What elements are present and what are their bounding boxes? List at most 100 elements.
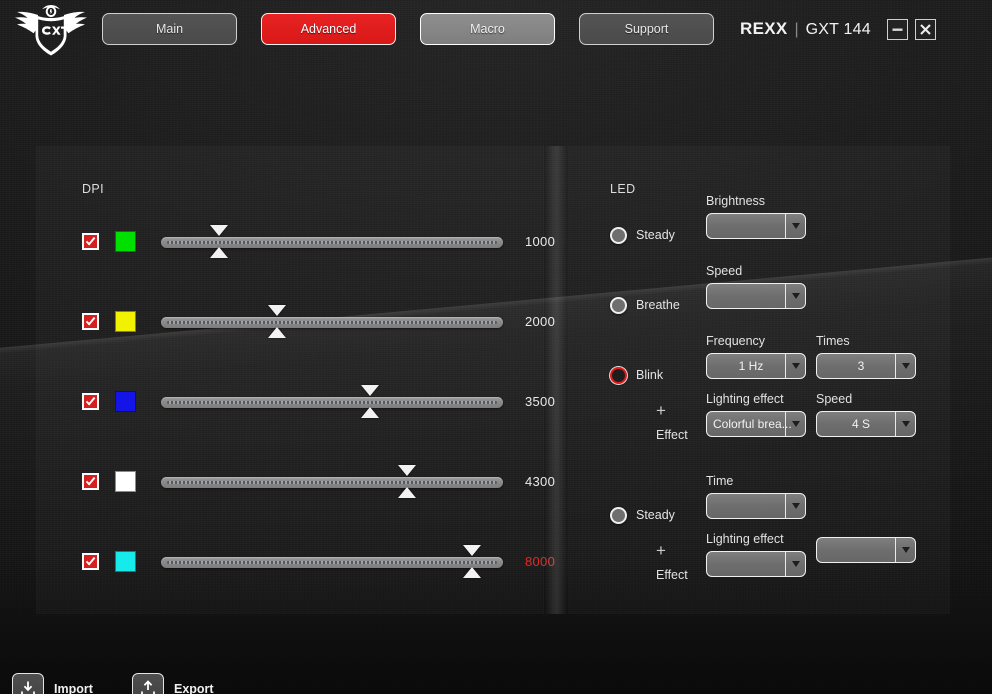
led-radio-line-blink[interactable]: Blink xyxy=(610,363,663,387)
dpi-slider-track-3 xyxy=(161,397,503,408)
led-radio-label-breathe: Breathe xyxy=(636,298,680,312)
gxt-winged-shield-logo xyxy=(15,5,87,56)
dpi-slider-handle-top-2[interactable] xyxy=(268,305,287,316)
dpi-slider-5[interactable] xyxy=(161,545,503,578)
led-field-times: Times 3 xyxy=(816,334,916,379)
chevron-down-icon xyxy=(895,538,915,562)
led-combo-frequency[interactable]: 1 Hz xyxy=(706,353,806,379)
brand-name: REXX xyxy=(740,19,788,38)
led-field-label-time: Time xyxy=(706,474,734,488)
led-radio-line-breathe[interactable]: Breathe xyxy=(610,293,680,317)
led-panel-title: LED xyxy=(610,182,636,196)
tab-advanced[interactable]: Advanced xyxy=(261,13,396,45)
dpi-enable-checkbox-5[interactable] xyxy=(82,552,99,570)
dpi-panel: DPI 1000 2000 3500 4300 8000 xyxy=(36,146,555,614)
dpi-slider-track-2 xyxy=(161,317,503,328)
check-icon xyxy=(85,396,96,406)
dpi-slider-handle-top-3[interactable] xyxy=(360,385,379,396)
panel-divider-glow xyxy=(544,146,568,614)
led-radio-label-blink: Blink xyxy=(636,368,664,382)
chevron-down-icon xyxy=(785,284,805,308)
window-controls xyxy=(886,18,936,40)
led-radio-line-steady-brightness[interactable]: Steady xyxy=(610,223,675,247)
main-tabs: Main Advanced Macro Support xyxy=(102,13,714,45)
dpi-slider-handle-bottom-2[interactable] xyxy=(268,327,287,338)
dpi-slider-2[interactable] xyxy=(161,305,503,338)
dpi-slider-handle-top-1[interactable] xyxy=(210,225,229,236)
dpi-enable-checkbox-2[interactable] xyxy=(82,312,99,330)
led-field-label-brightness: Brightness xyxy=(706,194,766,208)
dpi-enable-checkbox-3[interactable] xyxy=(82,392,99,410)
led-combo-breathe-speed[interactable] xyxy=(706,283,806,309)
led-combo-time[interactable] xyxy=(706,493,806,519)
dpi-slider-handle-top-4[interactable] xyxy=(398,465,417,476)
check-icon xyxy=(85,556,96,566)
chevron-down-icon xyxy=(895,354,915,378)
tab-support-label: Support xyxy=(624,22,669,36)
tab-macro-label: Macro xyxy=(470,22,505,36)
minimize-button[interactable] xyxy=(886,18,908,40)
led-field-steady-effect-extra xyxy=(816,532,916,563)
led-mode-blink: Blink xyxy=(610,363,663,387)
dpi-color-swatch-1[interactable] xyxy=(115,230,136,252)
tab-macro[interactable]: Macro xyxy=(420,13,555,45)
import-download-icon xyxy=(21,681,35,694)
led-radio-steady-brightness[interactable] xyxy=(610,226,627,244)
dpi-slider-track-4 xyxy=(161,477,503,488)
led-combo-steady-lighting-effect[interactable] xyxy=(706,551,806,577)
led-radio-line-steady-time[interactable]: Steady xyxy=(610,503,675,527)
dpi-slider-handle-bottom-3[interactable] xyxy=(360,407,379,418)
dpi-color-swatch-4[interactable] xyxy=(115,470,136,492)
export-button[interactable]: Export xyxy=(132,673,214,694)
dpi-slider-handle-bottom-4[interactable] xyxy=(398,487,417,498)
led-steady-effect-label: Effect xyxy=(656,568,688,582)
dpi-color-swatch-3[interactable] xyxy=(115,390,136,412)
chevron-down-icon xyxy=(785,412,805,436)
dpi-color-swatch-5[interactable] xyxy=(115,550,136,572)
tab-main[interactable]: Main xyxy=(102,13,237,45)
dpi-slider-4[interactable] xyxy=(161,465,503,498)
led-radio-label-steady-time: Steady xyxy=(636,508,675,522)
tab-support[interactable]: Support xyxy=(579,13,714,45)
check-icon xyxy=(85,236,96,246)
title-bar: Main Advanced Macro Support REXX | GXT 1… xyxy=(0,0,992,58)
led-field-breathe-speed: Speed xyxy=(706,264,806,309)
led-radio-breathe[interactable] xyxy=(610,296,627,314)
chevron-down-icon xyxy=(785,552,805,576)
dpi-slider-1[interactable] xyxy=(161,225,503,258)
led-radio-label-steady-brightness: Steady xyxy=(636,228,675,242)
check-icon xyxy=(85,476,96,486)
led-combo-steady-effect-extra[interactable] xyxy=(816,537,916,563)
led-field-blink-lighting-effect: Lighting effect Colorful brea... xyxy=(706,392,806,437)
led-combo-times[interactable]: 3 xyxy=(816,353,916,379)
dpi-enable-checkbox-1[interactable] xyxy=(82,232,99,250)
import-button[interactable]: Import xyxy=(12,673,93,694)
dpi-row-4: 4300 xyxy=(82,465,579,498)
led-field-brightness: Brightness xyxy=(706,194,806,239)
dpi-slider-track-5 xyxy=(161,557,503,568)
led-field-label-times: Times xyxy=(816,334,850,348)
dpi-slider-handle-top-5[interactable] xyxy=(463,545,482,556)
tab-advanced-label: Advanced xyxy=(300,22,357,36)
led-field-frequency: Frequency 1 Hz xyxy=(706,334,806,379)
led-blink-effect-label: Effect xyxy=(656,428,688,442)
led-combo-brightness[interactable] xyxy=(706,213,806,239)
led-radio-steady-time[interactable] xyxy=(610,506,627,524)
led-combo-blink-effect-speed[interactable]: 4 S xyxy=(816,411,916,437)
dpi-row-1: 1000 xyxy=(82,225,579,258)
led-field-steady-lighting-effect: Lighting effect xyxy=(706,532,806,577)
led-combo-blink-lighting-effect[interactable]: Colorful brea... xyxy=(706,411,806,437)
application-window: Main Advanced Macro Support REXX | GXT 1… xyxy=(0,0,992,694)
dpi-color-swatch-2[interactable] xyxy=(115,310,136,332)
dpi-slider-handle-bottom-1[interactable] xyxy=(210,247,229,258)
dpi-enable-checkbox-4[interactable] xyxy=(82,472,99,490)
close-button[interactable] xyxy=(914,18,936,40)
led-radio-blink[interactable] xyxy=(610,366,627,384)
dpi-slider-handle-bottom-5[interactable] xyxy=(463,567,482,578)
close-icon xyxy=(920,23,931,35)
export-upload-icon xyxy=(141,680,155,694)
import-icon-box xyxy=(12,673,44,694)
product-title: REXX | GXT 144 xyxy=(740,19,871,39)
dpi-slider-3[interactable] xyxy=(161,385,503,418)
led-panel: LED Steady Brightness Breathe Speed Blin… xyxy=(568,146,950,614)
